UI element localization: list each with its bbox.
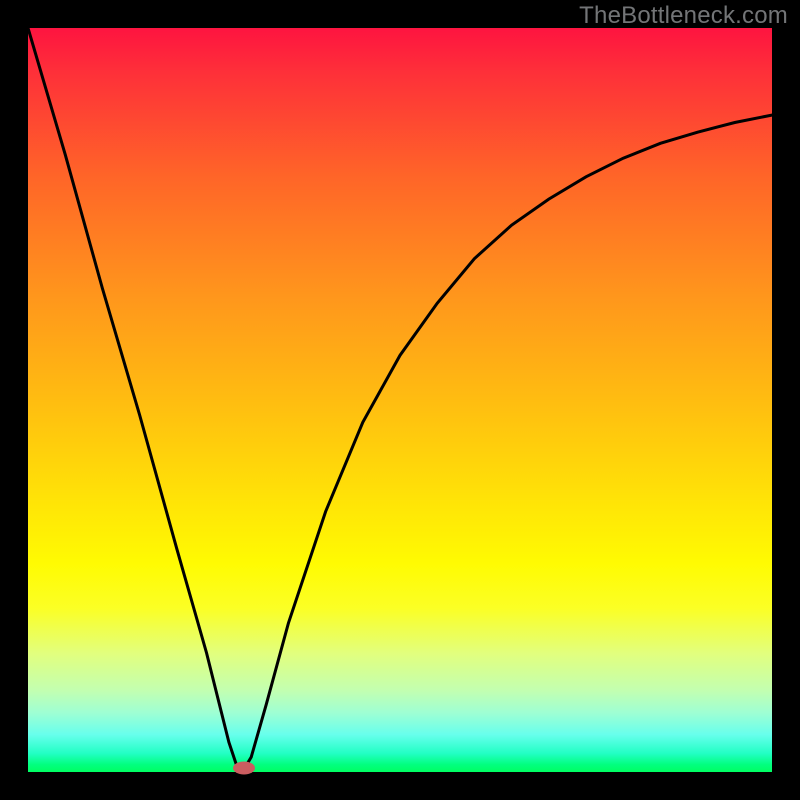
chart-frame: TheBottleneck.com — [0, 0, 800, 800]
bottleneck-curve-path — [28, 28, 772, 772]
plot-area — [28, 28, 772, 772]
curve-svg — [28, 28, 772, 772]
watermark-text: TheBottleneck.com — [579, 2, 788, 30]
optimal-point-marker — [233, 761, 255, 774]
